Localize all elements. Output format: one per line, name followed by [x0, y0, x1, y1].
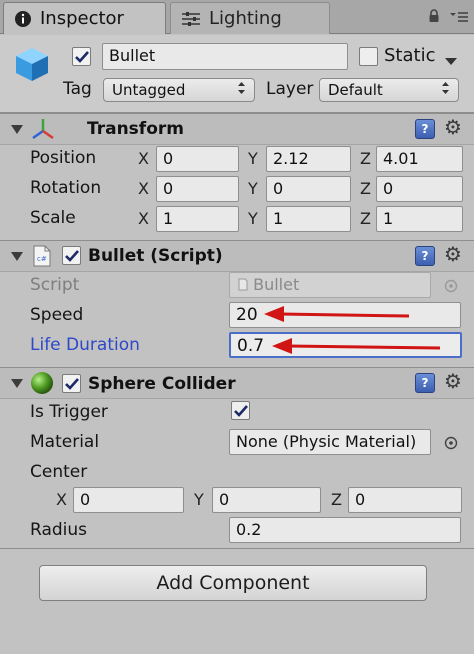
material-field[interactable]: None (Physic Material): [229, 429, 431, 455]
script-foldout-icon[interactable]: [11, 252, 23, 261]
info-icon: [14, 10, 32, 28]
axis-y-label: Y: [194, 490, 204, 509]
radius-field[interactable]: 0.2: [229, 517, 461, 543]
dropdown-arrows-icon: [441, 81, 450, 99]
checkmark-icon: [233, 404, 248, 417]
transform-title: Transform: [87, 119, 184, 139]
svg-text:c#: c#: [37, 255, 47, 263]
script-label: Script: [30, 275, 80, 295]
scale-y-field[interactable]: 1: [266, 206, 351, 232]
tab-lighting[interactable]: Lighting: [170, 2, 330, 34]
tag-dropdown[interactable]: Untagged: [103, 78, 255, 102]
script-reference-field: Bullet: [229, 272, 431, 298]
active-checkbox[interactable]: [72, 47, 91, 66]
help-book-icon[interactable]: ?: [415, 373, 435, 393]
static-dropdown-icon[interactable]: [444, 52, 458, 72]
collider-enabled-checkbox[interactable]: [62, 374, 81, 393]
axis-x-label: X: [138, 209, 149, 228]
transform-axes-icon: [30, 117, 56, 146]
static-checkbox[interactable]: [359, 47, 378, 66]
scale-x-field[interactable]: 1: [156, 206, 239, 232]
help-book-icon[interactable]: ?: [415, 119, 435, 139]
axis-x-label: X: [138, 179, 149, 198]
tab-inspector[interactable]: Inspector: [3, 2, 166, 34]
scale-z-field[interactable]: 1: [376, 206, 463, 232]
tag-value: Untagged: [112, 81, 186, 99]
lighting-sliders-icon: [181, 11, 201, 27]
collider-foldout-icon[interactable]: [11, 379, 23, 388]
position-x-field[interactable]: 0: [156, 146, 239, 172]
position-label: Position: [30, 148, 97, 168]
axis-x-label: X: [56, 490, 67, 509]
layer-value: Default: [328, 81, 383, 99]
checkmark-icon: [64, 377, 79, 390]
rotation-label: Rotation: [30, 178, 102, 198]
layer-dropdown[interactable]: Default: [319, 78, 459, 102]
script-reference-value: Bullet: [253, 275, 300, 294]
script-file-icon: c#: [33, 245, 51, 272]
life-duration-label: Life Duration: [30, 335, 140, 355]
gear-icon[interactable]: ⚙: [444, 371, 462, 391]
rotation-x-field[interactable]: 0: [156, 176, 239, 202]
section-divider: [0, 548, 474, 549]
axis-z-label: Z: [360, 179, 371, 198]
axis-z-label: Z: [360, 149, 371, 168]
center-y-field[interactable]: 0: [212, 487, 321, 513]
center-z-field[interactable]: 0: [348, 487, 462, 513]
tab-inspector-label: Inspector: [40, 8, 124, 29]
gear-icon[interactable]: ⚙: [444, 117, 462, 137]
layer-label: Layer: [266, 79, 314, 99]
rotation-z-field[interactable]: 0: [376, 176, 463, 202]
static-label: Static: [384, 45, 436, 66]
speed-label: Speed: [30, 305, 84, 325]
add-component-button[interactable]: Add Component: [39, 565, 427, 601]
rotation-y-field[interactable]: 0: [266, 176, 351, 202]
object-picker-icon[interactable]: [444, 435, 458, 455]
radius-label: Radius: [30, 520, 88, 540]
material-label: Material: [30, 432, 100, 452]
dropdown-arrows-icon: [237, 81, 246, 99]
is-trigger-label: Is Trigger: [30, 402, 108, 422]
lock-icon[interactable]: [428, 8, 440, 28]
axis-x-label: X: [138, 149, 149, 168]
axis-z-label: Z: [360, 209, 371, 228]
checkmark-icon: [64, 249, 79, 262]
axis-z-label: Z: [331, 490, 342, 509]
script-enabled-checkbox[interactable]: [62, 246, 81, 265]
object-picker-icon[interactable]: [444, 278, 458, 298]
gear-icon[interactable]: ⚙: [444, 244, 462, 264]
object-name-field[interactable]: Bullet: [102, 43, 348, 70]
annotation-arrow-speed: [264, 306, 410, 322]
center-label: Center: [30, 462, 88, 482]
axis-y-label: Y: [248, 179, 258, 198]
annotation-arrow-life-duration: [272, 338, 441, 354]
tab-lighting-label: Lighting: [209, 8, 282, 29]
position-y-field[interactable]: 2.12: [266, 146, 351, 172]
position-z-field[interactable]: 4.01: [376, 146, 463, 172]
tab-bar: Inspector Lighting: [0, 0, 474, 34]
gameobject-cube-icon: [12, 44, 52, 89]
transform-foldout-icon[interactable]: [11, 125, 23, 134]
tab-menu-icon[interactable]: [450, 8, 468, 28]
scale-label: Scale: [30, 208, 76, 228]
transform-header[interactable]: [0, 113, 474, 145]
script-title: Bullet (Script): [88, 246, 223, 266]
script-file-icon: [238, 278, 248, 291]
help-book-icon[interactable]: ?: [415, 246, 435, 266]
collider-title: Sphere Collider: [88, 374, 236, 394]
is-trigger-checkbox[interactable]: [231, 401, 250, 420]
sphere-collider-icon: [30, 371, 54, 400]
center-x-field[interactable]: 0: [73, 487, 184, 513]
axis-y-label: Y: [248, 149, 258, 168]
tab-controls: [428, 8, 468, 28]
tag-label: Tag: [63, 79, 92, 99]
axis-y-label: Y: [248, 209, 258, 228]
checkmark-icon: [74, 50, 89, 63]
